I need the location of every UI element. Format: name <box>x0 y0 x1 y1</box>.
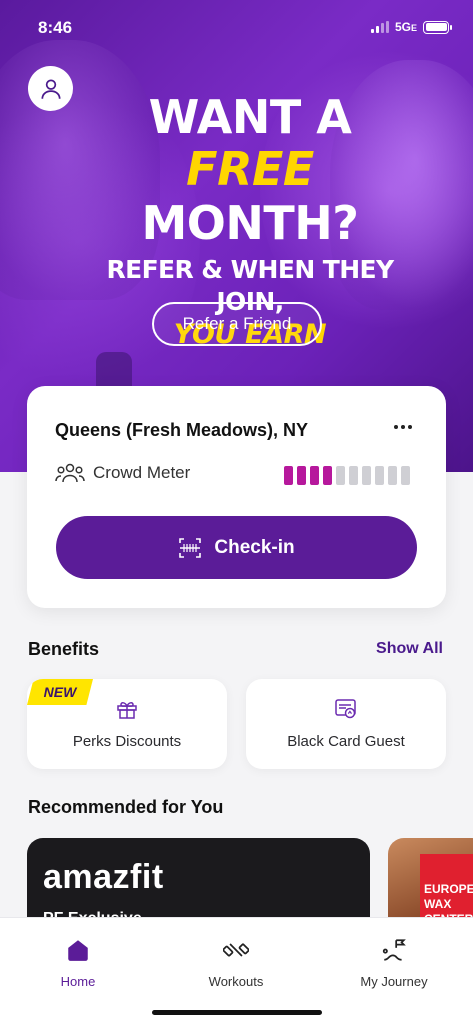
show-all-link[interactable]: Show All <box>376 640 443 658</box>
check-in-label: Check-in <box>214 536 295 558</box>
guest-pass-icon <box>334 697 358 726</box>
benefit-label: Black Card Guest <box>287 733 405 750</box>
home-gym-card: Queens (Fresh Meadows), NY Crowd Meter C… <box>27 386 446 608</box>
dumbbell-icon <box>176 936 296 964</box>
headline-line2: FREE MONTH? <box>70 142 430 250</box>
headline-line1: WANT A <box>148 90 352 144</box>
tab-home[interactable]: Home <box>18 936 138 989</box>
benefit-black-card-guest[interactable]: Black Card Guest <box>246 679 446 769</box>
crowd-meter-segment <box>323 466 332 485</box>
crowd-meter-segment <box>362 466 371 485</box>
headline-free: FREE <box>186 142 314 196</box>
benefit-perks-discounts[interactable]: NEW Perks Discounts <box>27 679 227 769</box>
refer-friend-button[interactable]: Refer a Friend <box>152 302 322 346</box>
status-indicators: 5GE <box>370 20 452 34</box>
crowd-meter-segment <box>297 466 306 485</box>
crowd-meter-segment <box>349 466 358 485</box>
home-indicator <box>152 1010 322 1015</box>
crowd-meter-segment <box>284 466 293 485</box>
benefit-label: Perks Discounts <box>72 733 182 750</box>
recommended-title: Recommended for You <box>28 797 224 817</box>
user-icon <box>40 78 61 99</box>
tab-my-journey[interactable]: My Journey <box>334 936 454 989</box>
crowd-meter-label: Crowd Meter <box>93 463 191 482</box>
new-badge: NEW <box>27 679 93 705</box>
crowd-meter-segment <box>375 466 384 485</box>
more-options-button[interactable] <box>392 420 414 434</box>
battery-icon <box>423 20 452 34</box>
crowd-meter-row: Crowd Meter <box>55 462 190 484</box>
crowd-meter-segment <box>310 466 319 485</box>
people-icon <box>55 463 85 483</box>
bottom-tab-bar: Home Workouts My Journey <box>0 917 473 1024</box>
check-in-button[interactable]: Check-in <box>56 516 417 579</box>
benefits-title: Benefits <box>28 639 100 659</box>
tab-label: Workouts <box>208 974 264 989</box>
journey-icon <box>334 936 454 964</box>
profile-button[interactable] <box>28 66 73 111</box>
tab-workouts[interactable]: Workouts <box>176 936 296 989</box>
gym-name: Queens (Fresh Meadows), NY <box>55 420 309 440</box>
signal-icon <box>370 21 389 33</box>
tab-label: Home <box>60 974 96 989</box>
status-bar: 8:46 5GE <box>0 0 473 54</box>
crowd-meter-segment <box>336 466 345 485</box>
scan-icon <box>179 537 202 558</box>
home-icon <box>18 936 138 964</box>
crowd-meter-bars <box>284 466 410 485</box>
crowd-meter-segment <box>401 466 410 485</box>
network-label: 5GE <box>394 20 417 34</box>
crowd-meter-segment <box>388 466 397 485</box>
amazfit-logo: amazfit <box>43 858 164 896</box>
status-time: 8:46 <box>38 18 73 37</box>
tab-label: My Journey <box>360 974 428 989</box>
headline-month: MONTH? <box>141 196 359 250</box>
gift-icon <box>115 697 139 726</box>
